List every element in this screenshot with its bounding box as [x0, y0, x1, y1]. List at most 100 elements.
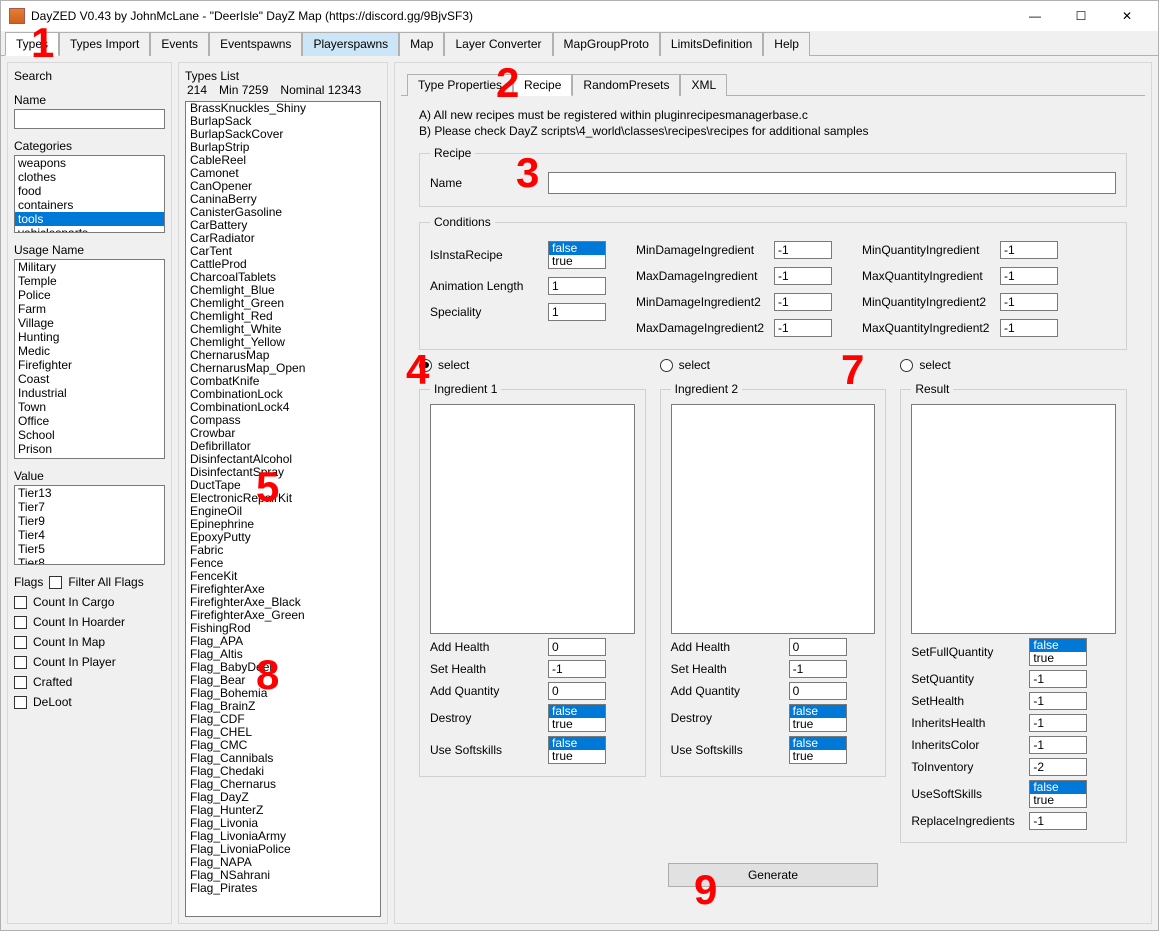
tab-mapgroupproto[interactable]: MapGroupProto [553, 32, 660, 56]
tab-events[interactable]: Events [150, 32, 209, 56]
tab-layer-converter[interactable]: Layer Converter [444, 32, 552, 56]
tab-eventspawns[interactable]: Eventspawns [209, 32, 302, 56]
list-item[interactable]: Tier7 [15, 500, 164, 514]
minimize-button[interactable]: — [1012, 1, 1058, 31]
select-ing1-radio[interactable] [419, 359, 432, 372]
isinsta-select[interactable]: false true [548, 241, 606, 269]
list-item[interactable]: Farm [15, 302, 164, 316]
flag-checkbox[interactable] [14, 636, 27, 649]
result-incolor-input[interactable] [1029, 736, 1087, 754]
list-item[interactable]: tools [15, 212, 164, 226]
flag-checkbox[interactable] [14, 676, 27, 689]
mindmg2-input[interactable] [774, 293, 832, 311]
subtab-recipe[interactable]: Recipe [513, 74, 572, 96]
maximize-button[interactable]: ☐ [1058, 1, 1104, 31]
maxqty2-input[interactable] [1000, 319, 1058, 337]
select-result-radio[interactable] [900, 359, 913, 372]
flag-checkbox[interactable] [14, 596, 27, 609]
result-setqty-input[interactable] [1029, 670, 1087, 688]
filter-all-flags-checkbox[interactable] [49, 576, 62, 589]
list-item[interactable]: Coast [15, 372, 164, 386]
result-list[interactable] [911, 404, 1116, 634]
categories-list[interactable]: weaponsclothesfoodcontainerstoolsvehicle… [14, 155, 165, 233]
result-setfullqty-select[interactable]: falsetrue [1029, 638, 1087, 666]
maxdmg-input[interactable] [774, 267, 832, 285]
usage-list[interactable]: MilitaryTemplePoliceFarmVillageHuntingMe… [14, 259, 165, 459]
tf-true[interactable]: true [549, 255, 605, 268]
ing1-addhealth-input[interactable] [548, 638, 606, 656]
tab-help[interactable]: Help [763, 32, 810, 56]
list-item[interactable]: Tier5 [15, 542, 164, 556]
tab-types[interactable]: Types [5, 32, 59, 56]
list-item[interactable]: Industrial [15, 386, 164, 400]
subtab-type-properties[interactable]: Type Properties [407, 74, 513, 96]
ing2-list[interactable] [671, 404, 876, 634]
tab-playerspawns[interactable]: Playerspawns [302, 32, 399, 56]
types-list[interactable]: BrassKnuckles_ShinyBurlapSackBurlapSackC… [185, 101, 381, 917]
sub-tabs: Type PropertiesRecipeRandomPresetsXML [401, 73, 1145, 96]
list-item[interactable]: Military [15, 260, 164, 274]
list-item[interactable]: Lunapark [15, 456, 164, 459]
list-item[interactable]: Police [15, 288, 164, 302]
flag-label: DeLoot [33, 695, 72, 709]
flag-checkbox[interactable] [14, 656, 27, 669]
search-name-input[interactable] [14, 109, 165, 129]
generate-button[interactable]: Generate [668, 863, 878, 887]
list-item[interactable]: weapons [15, 156, 164, 170]
ing2-sethealth-input[interactable] [789, 660, 847, 678]
ing2-addhealth-input[interactable] [789, 638, 847, 656]
minqty2-input[interactable] [1000, 293, 1058, 311]
ing2-addqty-input[interactable] [789, 682, 847, 700]
value-list[interactable]: Tier13Tier7Tier9Tier4Tier5Tier8 [14, 485, 165, 565]
minqty-input[interactable] [1000, 241, 1058, 259]
tab-map[interactable]: Map [399, 32, 444, 56]
ing1-sethealth-input[interactable] [548, 660, 606, 678]
flag-checkbox[interactable] [14, 616, 27, 629]
subtab-xml[interactable]: XML [680, 74, 727, 96]
list-item[interactable]: Village [15, 316, 164, 330]
ing1-destroy-select[interactable]: falsetrue [548, 704, 606, 732]
speciality-input[interactable] [548, 303, 606, 321]
maxqty-input[interactable] [1000, 267, 1058, 285]
flag-checkbox[interactable] [14, 696, 27, 709]
animlen-input[interactable] [548, 277, 606, 295]
tab-types-import[interactable]: Types Import [59, 32, 150, 56]
list-item[interactable]: School [15, 428, 164, 442]
list-item[interactable]: food [15, 184, 164, 198]
list-item[interactable]: Tier8 [15, 556, 164, 565]
list-item[interactable]: Tier13 [15, 486, 164, 500]
result-usesoft-select[interactable]: falsetrue [1029, 780, 1087, 808]
ing2-softskills-select[interactable]: falsetrue [789, 736, 847, 764]
result-sethealth-input[interactable] [1029, 692, 1087, 710]
list-item[interactable]: Prison [15, 442, 164, 456]
ing1-list[interactable] [430, 404, 635, 634]
list-item[interactable]: Hunting [15, 330, 164, 344]
close-button[interactable]: ✕ [1104, 1, 1150, 31]
list-item[interactable]: Tier9 [15, 514, 164, 528]
subtab-randompresets[interactable]: RandomPresets [572, 74, 680, 96]
mindmg-input[interactable] [774, 241, 832, 259]
list-item[interactable]: Medic [15, 344, 164, 358]
select-ing2-radio[interactable] [660, 359, 673, 372]
ing1-addqty-label: Add Quantity [430, 684, 540, 698]
list-item[interactable]: containers [15, 198, 164, 212]
list-item[interactable]: vehiclesparts [15, 226, 164, 233]
result-replace-input[interactable] [1029, 812, 1087, 830]
maxdmg2-input[interactable] [774, 319, 832, 337]
types-row[interactable]: Flag_Pirates [186, 882, 380, 895]
name-label: Name [14, 93, 165, 107]
list-item[interactable]: Temple [15, 274, 164, 288]
result-inhealth-input[interactable] [1029, 714, 1087, 732]
list-item[interactable]: Firefighter [15, 358, 164, 372]
result-setqty-label: SetQuantity [911, 672, 1021, 686]
result-toinv-input[interactable] [1029, 758, 1087, 776]
ing1-softskills-select[interactable]: falsetrue [548, 736, 606, 764]
ing2-destroy-select[interactable]: falsetrue [789, 704, 847, 732]
list-item[interactable]: Town [15, 400, 164, 414]
recipe-name-input[interactable] [548, 172, 1116, 194]
list-item[interactable]: Office [15, 414, 164, 428]
tab-limitsdefinition[interactable]: LimitsDefinition [660, 32, 763, 56]
ing1-addqty-input[interactable] [548, 682, 606, 700]
list-item[interactable]: Tier4 [15, 528, 164, 542]
list-item[interactable]: clothes [15, 170, 164, 184]
